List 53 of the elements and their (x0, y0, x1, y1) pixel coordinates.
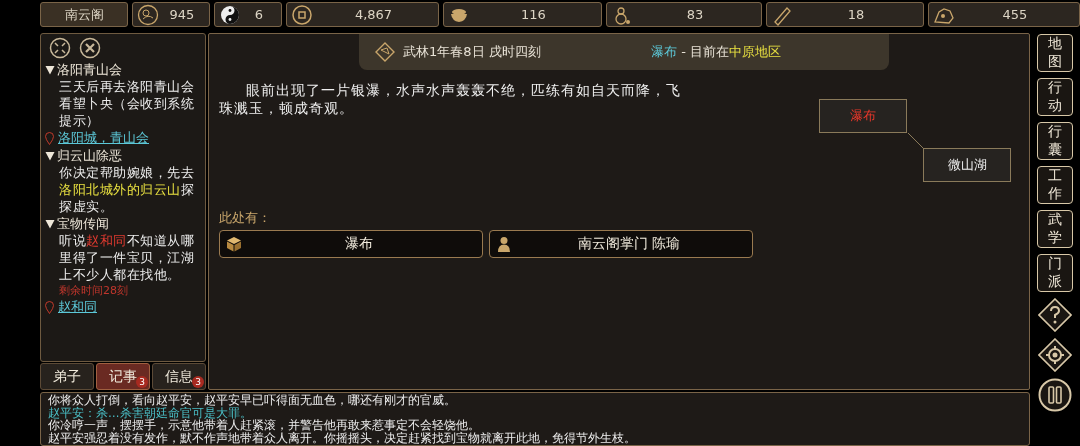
coin-icon (291, 3, 313, 26)
resource-counter: 6 (214, 2, 282, 27)
menu-button[interactable]: 门派 (1037, 254, 1073, 292)
close-icon (79, 37, 101, 59)
log-message: 赵平安：杀…杀害朝廷命官可是大罪。 (48, 406, 252, 420)
expand-icon (49, 37, 71, 59)
yin-yang-icon (219, 3, 241, 26)
triangle-icon[interactable] (45, 150, 55, 161)
quest-description: 你决定帮助婉娘，先去 洛阳北城外的归云山探探虚实。 (58, 164, 195, 215)
person-icon (496, 236, 512, 252)
location-pin-icon (45, 131, 54, 145)
entity-button[interactable]: 南云阁掌门 陈瑜 (489, 230, 753, 258)
menu-button[interactable]: 工作 (1037, 166, 1073, 204)
sect-name: 南云阁 (40, 2, 128, 27)
menu-button[interactable]: 地图 (1037, 34, 1073, 72)
quest-title[interactable]: 归云山除恶 (57, 147, 122, 164)
box-icon (226, 236, 242, 252)
resource-counter: 116 (443, 2, 602, 27)
resource-counter: 455 (928, 2, 1080, 27)
resource-counter: 4,867 (286, 2, 439, 27)
settings-icon[interactable] (1038, 338, 1072, 372)
current-location: 瀑布 - 目前在中原地区 (651, 43, 781, 61)
location-link[interactable]: 洛阳城，青山会 (58, 129, 149, 147)
map-location[interactable]: 瀑布 (819, 99, 907, 133)
log-message: 赵平安强忍着没有发作，默不作声地带着众人离开。你摇摇头，决定赶紧找到宝物就离开此地，免得节外生枝。 (48, 431, 637, 445)
here-label: 此处有： (219, 209, 272, 227)
pause-icon[interactable] (1038, 378, 1072, 412)
log-message: 你冷哼一声，摆摆手，示意他带着人赶紧滚，并警告他再敢来惹事定不会轻饶他。 (48, 419, 480, 432)
entity-button[interactable]: 瀑布 (219, 230, 483, 258)
map-connector (908, 133, 924, 149)
quest-title[interactable]: 洛阳青山会 (57, 61, 122, 78)
log-message: 你将众人打倒，看向赵平安，赵平安早已吓得面无血色，哪还有刚才的官威。 (48, 394, 457, 407)
resource-counter: 945 (132, 2, 210, 27)
count-badge: 3 (136, 376, 148, 388)
count-badge: 3 (192, 376, 204, 388)
location-pin-icon (45, 300, 54, 314)
map-location[interactable]: 微山湖 (923, 148, 1011, 182)
resource-counter: 18 (766, 2, 924, 27)
scene-description: 眼前出现了一片银瀑，水声水声轰轰不绝，匹练有如自天而降，飞珠溅玉，顿成奇观。 (219, 81, 681, 117)
quest-title[interactable]: 宝物传闻 (57, 215, 109, 232)
location-link[interactable]: 赵和同 (58, 298, 97, 316)
menu-button[interactable]: 行囊 (1037, 122, 1073, 160)
help-icon[interactable] (1038, 298, 1072, 332)
quest-description: 听说赵和同不知道从哪里得了一件宝贝，江湖上不少人都在找他。 (58, 232, 195, 283)
triangle-icon[interactable] (45, 64, 55, 75)
time-remaining: 剩余时间28刻 (58, 283, 129, 298)
resource-counter: 83 (606, 2, 762, 27)
menu-button[interactable]: 行动 (1037, 78, 1073, 116)
date-time: 武林1年春8日 戌时四刻 (403, 43, 542, 61)
tab[interactable]: 弟子 (40, 363, 94, 390)
menu-button[interactable]: 武学 (1037, 210, 1073, 248)
triangle-icon[interactable] (45, 218, 55, 229)
quest-description: 三天后再去洛阳青山会看望卜央（会收到系统提示） (58, 78, 195, 129)
